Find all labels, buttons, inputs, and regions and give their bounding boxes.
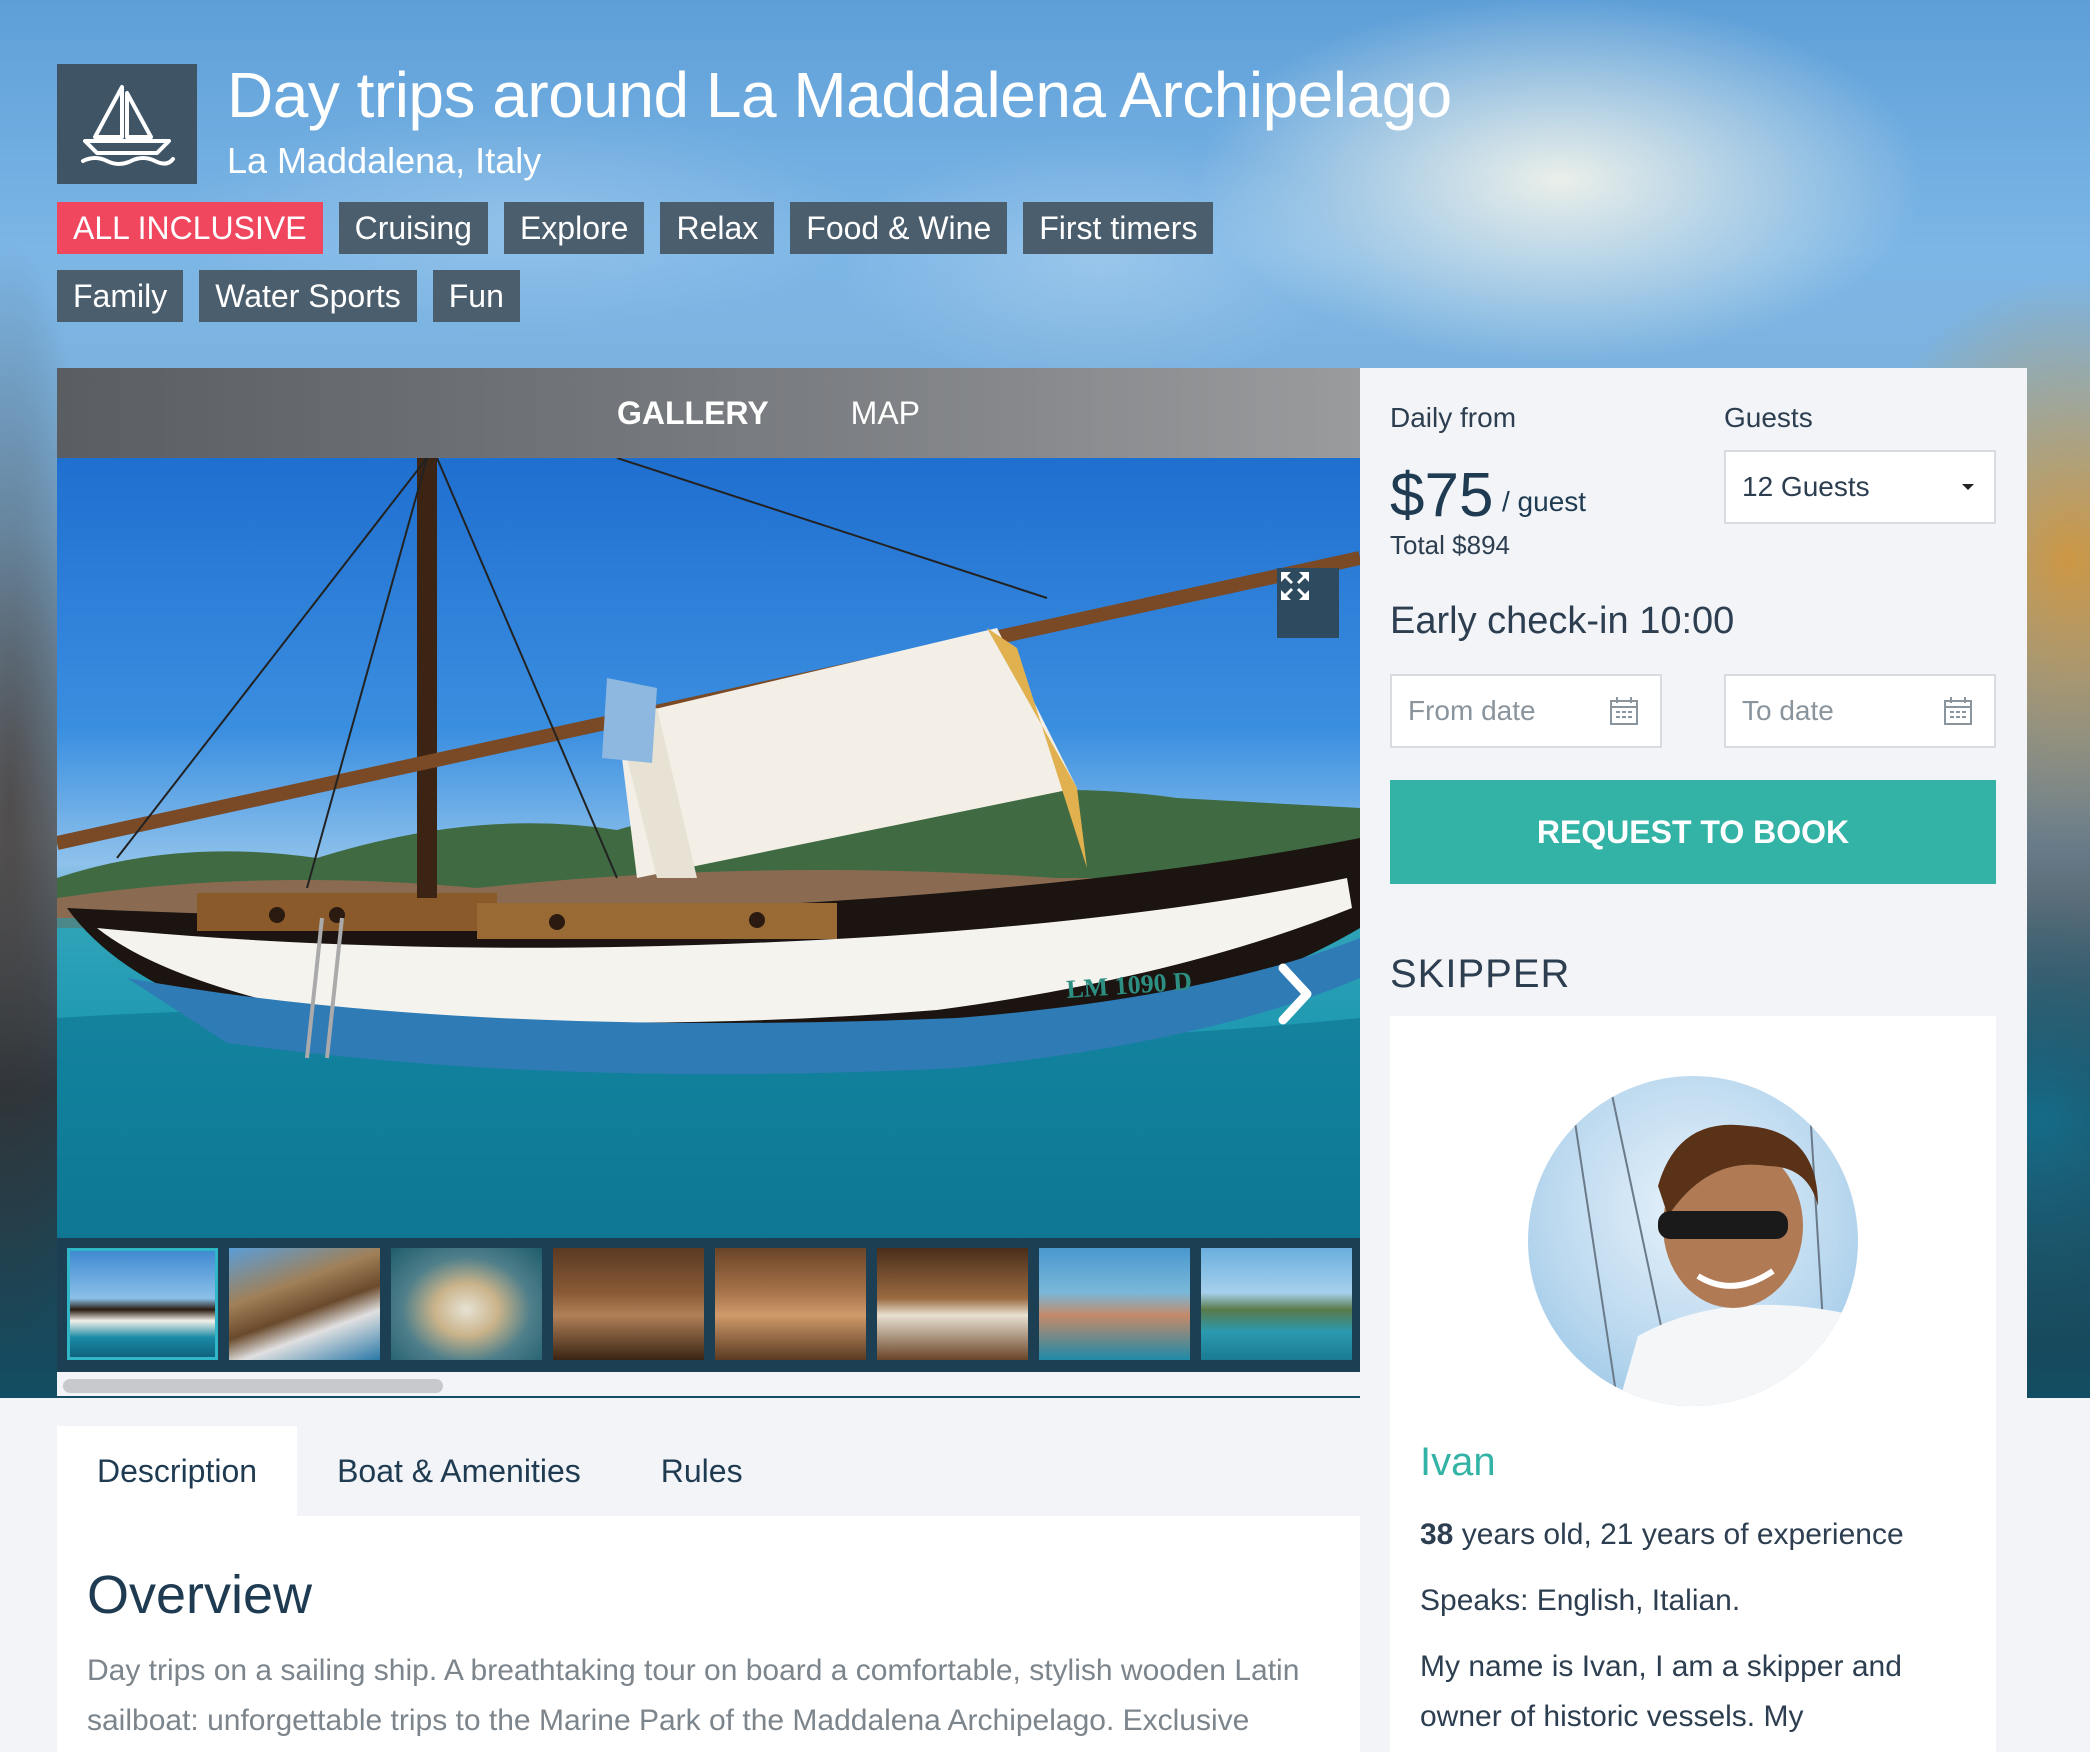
tag-explore[interactable]: Explore	[503, 202, 645, 254]
thumbnail-8[interactable]	[1201, 1248, 1352, 1360]
tag-list: ALL INCLUSIVE Cruising Explore Relax Foo…	[57, 202, 1257, 322]
tag-fun[interactable]: Fun	[432, 270, 520, 322]
skipper-languages: Speaks: English, Italian.	[1420, 1584, 1741, 1617]
thumbnail-3[interactable]	[391, 1248, 542, 1360]
logo	[57, 64, 197, 184]
tab-rules[interactable]: Rules	[621, 1426, 783, 1516]
gallery-tab-bar: GALLERY MAP	[57, 368, 1360, 458]
content-tab-bar: Description Boat & Amenities Rules	[57, 1426, 1360, 1516]
guests-select[interactable]: 12 Guests	[1724, 450, 1996, 524]
skipper-name: Ivan	[1420, 1440, 1496, 1484]
skipper-age: 38	[1420, 1518, 1454, 1551]
request-to-book-button[interactable]: REQUEST TO BOOK	[1390, 780, 1996, 884]
thumbnail-5[interactable]	[715, 1248, 866, 1360]
expand-button[interactable]	[1277, 568, 1339, 638]
thumbnail-1[interactable]	[67, 1248, 218, 1360]
price-unit: / guest	[1502, 486, 1587, 517]
calendar-icon	[1944, 697, 1972, 725]
guests-label: Guests	[1724, 402, 1813, 433]
sailboat-icon	[81, 85, 175, 166]
thumbnail-7[interactable]	[1039, 1248, 1190, 1360]
tab-boat-amenities[interactable]: Boat & Amenities	[297, 1426, 621, 1516]
skipper-avatar	[1528, 1076, 1858, 1406]
thumbnail-2[interactable]	[229, 1248, 380, 1360]
booking-panel: Daily from Guests $75 / guest Total $894…	[1360, 368, 2027, 1752]
scrollbar-thumb[interactable]	[63, 1379, 443, 1393]
thumbnail-4[interactable]	[553, 1248, 704, 1360]
skipper-photo	[1567, 1076, 1858, 1406]
price: $75	[1390, 461, 1494, 530]
page-title: Day trips around La Maddalena Archipelag…	[227, 59, 1452, 131]
overview-line-1: Day trips on a sailing ship. A breathtak…	[87, 1654, 1300, 1687]
checkin-time: Early check-in 10:00	[1390, 600, 1735, 642]
thumbnail-strip	[57, 1238, 1360, 1388]
tag-water-sports[interactable]: Water Sports	[199, 270, 417, 322]
description-panel: Overview Day trips on a sailing ship. A …	[57, 1516, 1360, 1752]
skipper-experience: years old, 21 years of experience	[1461, 1518, 1904, 1551]
tag-relax[interactable]: Relax	[660, 202, 775, 254]
overview-text: Day trips on a sailing ship. A breathtak…	[87, 1646, 1337, 1746]
daily-from-label: Daily from	[1390, 402, 1517, 433]
thumbnail-6[interactable]	[877, 1248, 1028, 1360]
tag-first-timers[interactable]: First timers	[1023, 202, 1214, 254]
tag-cruising[interactable]: Cruising	[338, 202, 488, 254]
guests-selected-value: 12 Guests	[1742, 471, 1870, 502]
tab-description[interactable]: Description	[57, 1426, 298, 1516]
tab-gallery[interactable]: GALLERY	[617, 395, 769, 432]
expand-arrows-icon	[1281, 572, 1309, 600]
tab-map[interactable]: MAP	[851, 395, 920, 432]
main-photo[interactable]: LM 1090 D	[57, 458, 1360, 1238]
tag-food-wine[interactable]: Food & Wine	[790, 202, 1008, 254]
tag-family[interactable]: Family	[57, 270, 184, 322]
skipper-bio-line-1: My name is Ivan, I am a skipper and	[1420, 1650, 1902, 1683]
gallery: GALLERY MAP LM 1090 D	[57, 368, 1360, 1396]
skipper-age-experience: 38 years old, 21 years of experience	[1420, 1518, 1904, 1552]
location-subtitle: La Maddalena, Italy	[227, 140, 542, 181]
next-photo-button[interactable]	[1275, 962, 1325, 1042]
caret-down-icon	[1962, 484, 1974, 490]
overview-heading: Overview	[87, 1565, 313, 1625]
skipper-card: Ivan 38 years old, 21 years of experienc…	[1390, 1016, 1996, 1752]
overview-line-2: sailboat: unforgettable trips to the Mar…	[87, 1704, 1250, 1737]
boat-illustration: LM 1090 D	[57, 458, 1360, 1238]
skipper-bio-line-2: owner of historic vessels. My	[1420, 1700, 1804, 1733]
hero-clouds	[120, 0, 2020, 380]
total-price: Total $894	[1390, 530, 1510, 560]
skipper-heading: SKIPPER	[1390, 952, 1571, 996]
tag-all-inclusive[interactable]: ALL INCLUSIVE	[57, 202, 323, 254]
calendar-icon	[1610, 697, 1638, 725]
thumbnail-scrollbar[interactable]	[57, 1372, 1360, 1396]
chevron-right-icon	[1278, 963, 1312, 1025]
